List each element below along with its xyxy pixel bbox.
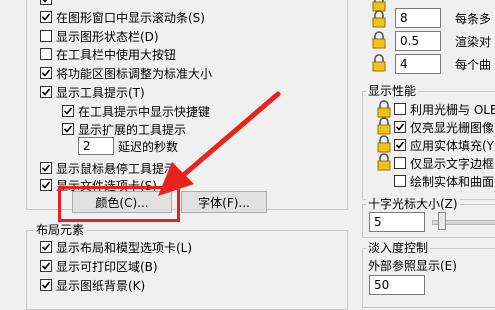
crosshair-title: 十字光标大小(Z)	[366, 196, 460, 212]
checkbox-label: 利用光栅与 OLE	[410, 102, 495, 117]
checkbox[interactable]	[394, 121, 406, 133]
resolution-label-row-1: 每条多	[455, 9, 491, 27]
checkbox-row-highlight-raster[interactable]: 仅亮显光栅图像	[394, 118, 494, 136]
checkbox-row-scrollbars[interactable]: 在图形窗口中显示滚动条(S)	[40, 8, 205, 26]
checkbox[interactable]	[40, 162, 52, 174]
checkbox-label: 绘制实体和曲面	[410, 174, 495, 189]
xref-display-value: 50	[374, 278, 390, 292]
checkbox[interactable]	[394, 139, 406, 151]
checkbox-row-text-boundary[interactable]: 仅显示文字边框	[394, 154, 494, 172]
checkbox-row-tooltips[interactable]: 显示工具提示(T)	[40, 83, 145, 101]
checkbox-label: 应用实体填充(Y)	[410, 138, 495, 153]
lock-icon	[370, 31, 388, 49]
checkbox[interactable]	[40, 30, 52, 42]
checkbox-row-solid-fill[interactable]: 应用实体填充(Y)	[394, 136, 495, 154]
annotation-arrow	[158, 91, 281, 196]
resolution-value-3: 4	[400, 57, 408, 71]
xref-display-field[interactable]: 50	[369, 275, 425, 295]
lock-icon	[375, 135, 393, 153]
delay-seconds-field[interactable]: 2	[78, 137, 114, 155]
resolution-field-2[interactable]: 0.5	[395, 31, 441, 51]
lock-icon	[375, 153, 393, 171]
checkbox[interactable]	[394, 157, 406, 169]
resolution-field-1[interactable]: 8	[395, 8, 441, 28]
checkbox[interactable]	[394, 175, 406, 187]
checkbox-label: 显示可打印区域(B)	[56, 259, 158, 274]
resolution-label-1: 每条多	[455, 11, 492, 26]
checkbox-label: 显示图形状态栏(D)	[56, 29, 159, 44]
xref-display-label-row: 外部参照显示(E)	[368, 256, 457, 274]
resolution-label-2: 渲染对	[455, 34, 492, 49]
resolution-value-1: 8	[400, 11, 408, 25]
checkbox[interactable]	[40, 67, 52, 79]
checkbox-label: 将功能区图标调整为标准大小	[56, 66, 213, 81]
checkbox[interactable]	[40, 48, 52, 60]
checkbox-label: 仅显示文字边框	[410, 156, 495, 171]
performance-title: 显示性能	[366, 83, 419, 99]
checkbox[interactable]	[40, 179, 52, 191]
layout-elements-title: 布局元素	[34, 222, 87, 238]
lock-icon	[370, 54, 388, 72]
crosshair-size-value: 5	[374, 215, 382, 229]
checkbox-row-ribbon-icons[interactable]: 将功能区图标调整为标准大小	[40, 64, 212, 82]
checkbox[interactable]	[40, 11, 52, 23]
resolution-label-3: 每个曲	[455, 57, 492, 72]
xref-display-label: 外部参照显示(E)	[368, 258, 457, 273]
checkbox-row-layout-tabs[interactable]: 显示布局和模型选项卡(L)	[40, 238, 192, 256]
checkbox-row-paper-background[interactable]: 显示图纸背景(K)	[40, 276, 145, 294]
checkbox-row-cutoff[interactable]	[40, 0, 56, 8]
checkbox[interactable]	[62, 105, 74, 117]
resolution-field-3[interactable]: 4	[395, 54, 441, 74]
checkbox-label: 显示工具提示(T)	[56, 85, 145, 100]
checkbox-label: 显示布局和模型选项卡(L)	[56, 240, 193, 255]
checkbox-label: 在图形窗口中显示滚动条(S)	[56, 10, 205, 25]
checkbox-label: 显示图纸背景(K)	[56, 278, 146, 293]
checkbox-row-status-bar[interactable]: 显示图形状态栏(D)	[40, 27, 159, 45]
crosshair-slider-thumb[interactable]	[438, 212, 446, 230]
checkbox-row-raster-ole[interactable]: 利用光栅与 OLE	[394, 100, 495, 118]
lock-icon	[375, 117, 393, 135]
checkbox[interactable]	[40, 241, 52, 253]
resolution-value-2: 0.5	[400, 34, 420, 48]
checkbox-row-draw-solids[interactable]: 绘制实体和曲面	[394, 172, 494, 190]
lock-icon	[370, 10, 388, 28]
checkbox-row-printable-area[interactable]: 显示可打印区域(B)	[40, 257, 158, 275]
checkbox-label: 在工具栏中使用大按钮	[56, 47, 177, 62]
checkbox[interactable]	[62, 123, 74, 135]
lock-icon	[375, 100, 393, 118]
checkbox-row-large-buttons[interactable]: 在工具栏中使用大按钮	[40, 45, 176, 63]
checkbox[interactable]	[40, 279, 52, 291]
checkbox[interactable]	[40, 260, 52, 272]
resolution-label-row-2: 渲染对	[455, 32, 491, 50]
resolution-label-row-3: 每个曲	[455, 55, 491, 73]
checkbox[interactable]	[394, 103, 406, 115]
checkbox[interactable]	[40, 0, 52, 5]
checkbox[interactable]	[40, 86, 52, 98]
delay-seconds-value: 2	[83, 139, 91, 153]
checkbox-label: 仅亮显光栅图像	[410, 120, 495, 135]
crosshair-size-field[interactable]: 5	[369, 212, 425, 232]
fade-control-title: 淡入度控制	[366, 240, 431, 256]
